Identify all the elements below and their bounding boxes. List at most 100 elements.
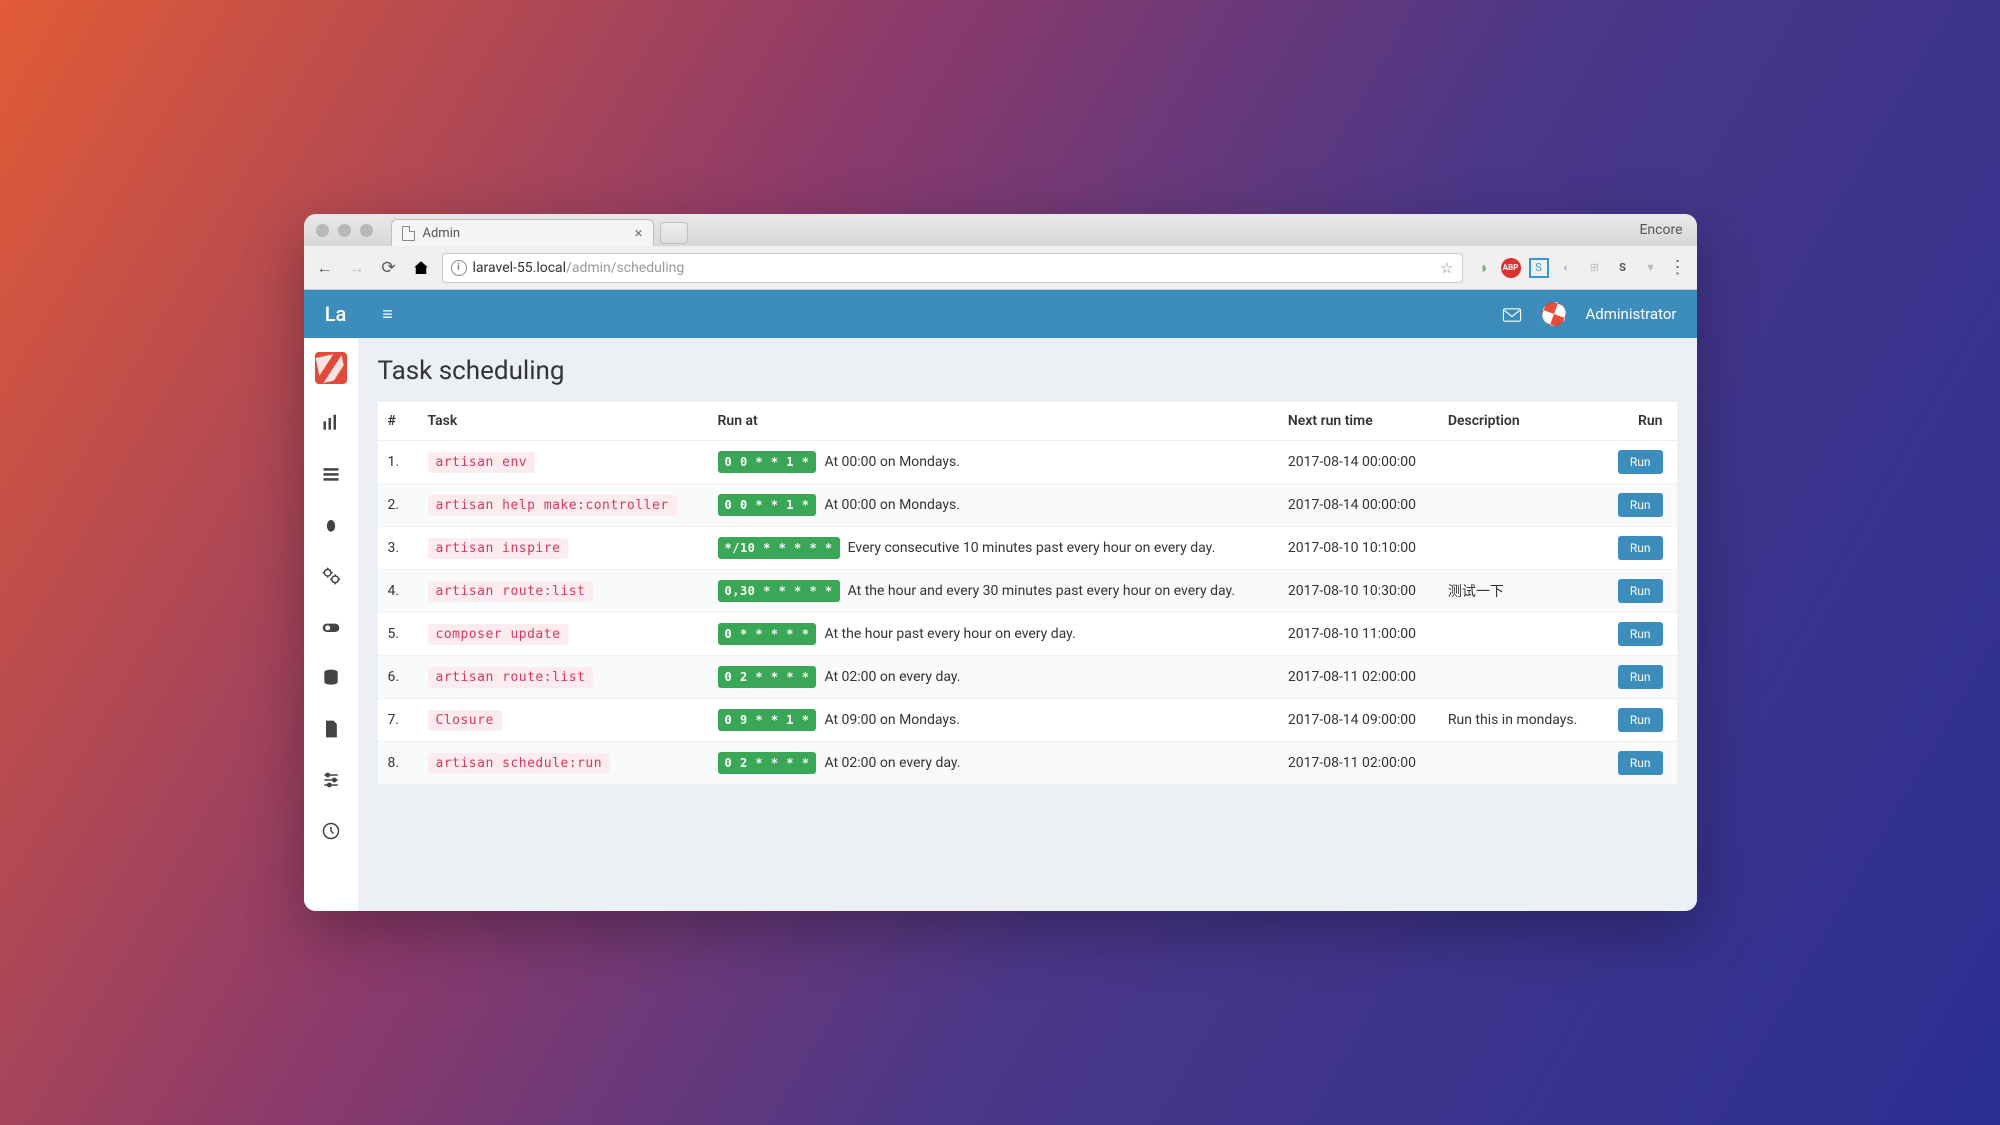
main-content: Task scheduling # Task Run at Next run t… bbox=[358, 338, 1697, 911]
cell-next: 2017-08-11 02:00:00 bbox=[1278, 656, 1438, 699]
back-button[interactable]: ← bbox=[314, 257, 336, 279]
col-desc: Description bbox=[1438, 402, 1608, 441]
cron-human: At 02:00 on every day. bbox=[824, 669, 960, 685]
extension-icon[interactable]: ▼ bbox=[1641, 258, 1661, 278]
table-row: 6.artisan route:list0 2 * * * *At 02:00 … bbox=[378, 656, 1677, 699]
close-window-button[interactable] bbox=[316, 224, 329, 237]
run-button[interactable]: Run bbox=[1618, 536, 1663, 560]
table-row: 4. artisan route:list 0,30 * * * * * At the… bbox=[378, 570, 1677, 613]
bookmark-star-icon[interactable]: ☆ bbox=[1440, 259, 1453, 277]
command-badge: artisan route:list bbox=[428, 581, 594, 602]
cron-badge: */10 * * * * * bbox=[718, 537, 840, 559]
cron-human: At 00:00 on Mondays. bbox=[824, 497, 959, 513]
cron-badge: 0,30 * * * * * bbox=[718, 580, 840, 602]
run-button[interactable]: Run bbox=[1618, 708, 1663, 732]
cell-task: artisan route:list bbox=[418, 570, 708, 613]
cell-run: Run bbox=[1608, 570, 1677, 613]
table-row: 7.Closure0 9 * * 1 *At 09:00 on Mondays.… bbox=[378, 699, 1677, 742]
command-badge: composer update bbox=[428, 624, 569, 645]
table-row: 3.artisan inspire*/10 * * * * *Every con… bbox=[378, 527, 1677, 570]
site-info-icon[interactable]: i bbox=[451, 260, 467, 276]
username-label[interactable]: Administrator bbox=[1586, 305, 1677, 323]
cell-runat: 0 9 * * 1 *At 09:00 on Mondays. bbox=[708, 699, 1278, 742]
sidebar-toggle-button[interactable]: ≡ bbox=[368, 304, 408, 325]
browser-titlebar: Admin × Encore bbox=[304, 214, 1697, 246]
cell-run: Run bbox=[1608, 656, 1677, 699]
app-body: Task scheduling # Task Run at Next run t… bbox=[304, 338, 1697, 911]
close-tab-button[interactable]: × bbox=[634, 224, 642, 242]
run-button[interactable]: Run bbox=[1618, 450, 1663, 474]
extension-icon[interactable]: ◑ bbox=[1473, 258, 1493, 278]
sliders-icon[interactable] bbox=[319, 768, 343, 792]
cell-runat: 0 * * * * *At the hour past every hour o… bbox=[708, 613, 1278, 656]
run-button[interactable]: Run bbox=[1618, 493, 1663, 517]
user-avatar[interactable] bbox=[1538, 299, 1569, 330]
reload-button[interactable]: ⟳ bbox=[378, 257, 400, 279]
cell-next: 2017-08-14 00:00:00 bbox=[1278, 441, 1438, 484]
minimize-window-button[interactable] bbox=[338, 224, 351, 237]
cron-badge: 0 2 * * * * bbox=[718, 666, 817, 688]
run-button[interactable]: Run bbox=[1618, 665, 1663, 689]
browser-tab[interactable]: Admin × bbox=[391, 219, 654, 246]
cron-badge: 0 2 * * * * bbox=[718, 752, 817, 774]
toggle-icon[interactable] bbox=[319, 615, 343, 639]
col-run: Run bbox=[1608, 402, 1677, 441]
col-next: Next run time bbox=[1278, 402, 1438, 441]
cron-badge: 0 9 * * 1 * bbox=[718, 709, 817, 731]
url-field[interactable]: i laravel-55.local/admin/scheduling ☆ bbox=[442, 253, 1463, 283]
settings-icon[interactable] bbox=[319, 564, 343, 588]
extension-icons: ◑ ABP S ◐ ⊞ S ▼ ⋮ bbox=[1473, 257, 1687, 278]
file-icon[interactable] bbox=[319, 717, 343, 741]
clock-icon[interactable] bbox=[319, 819, 343, 843]
col-task: Task bbox=[418, 402, 708, 441]
cell-desc bbox=[1438, 613, 1608, 656]
table-header-row: # Task Run at Next run time Description … bbox=[378, 402, 1677, 441]
cron-human: Every consecutive 10 minutes past every … bbox=[848, 540, 1216, 556]
cell-task: artisan route:list bbox=[418, 656, 708, 699]
home-button[interactable] bbox=[410, 257, 432, 279]
new-tab-button[interactable] bbox=[660, 222, 688, 244]
cell-desc bbox=[1438, 484, 1608, 527]
forward-button[interactable]: → bbox=[346, 257, 368, 279]
list-icon[interactable] bbox=[319, 462, 343, 486]
page-title: Task scheduling bbox=[378, 356, 1677, 386]
messages-icon[interactable] bbox=[1502, 307, 1522, 321]
extension-icon[interactable]: ◐ bbox=[1557, 258, 1577, 278]
table-row: 5.composer update0 * * * * *At the hour … bbox=[378, 613, 1677, 656]
app-logo[interactable]: La bbox=[304, 302, 368, 326]
maximize-window-button[interactable] bbox=[360, 224, 373, 237]
run-button[interactable]: Run bbox=[1618, 579, 1663, 603]
extension-icon[interactable]: ⊞ bbox=[1585, 258, 1605, 278]
command-badge: artisan help make:controller bbox=[428, 495, 677, 516]
header-right: Administrator bbox=[1502, 302, 1697, 326]
cell-next: 2017-08-14 00:00:00 bbox=[1278, 484, 1438, 527]
cell-runat: 0 0 * * 1 *At 00:00 on Mondays. bbox=[708, 484, 1278, 527]
cell-runat: 0,30 * * * * * At the hour and every 30 m… bbox=[708, 570, 1278, 613]
run-button[interactable]: Run bbox=[1618, 751, 1663, 775]
cron-human: At the hour and every 30 minutes past ev… bbox=[848, 583, 1235, 599]
bug-icon[interactable] bbox=[319, 513, 343, 537]
command-badge: artisan schedule:run bbox=[428, 753, 611, 774]
cell-next: 2017-08-11 02:00:00 bbox=[1278, 742, 1438, 785]
cell-next: 2017-08-10 11:00:00 bbox=[1278, 613, 1438, 656]
database-icon[interactable] bbox=[319, 666, 343, 690]
cell-index: 1. bbox=[378, 441, 418, 484]
browser-menu-button[interactable]: ⋮ bbox=[1669, 257, 1687, 278]
table-row: 2.artisan help make:controller0 0 * * 1 … bbox=[378, 484, 1677, 527]
cell-index: 4. bbox=[378, 570, 418, 613]
cell-next: 2017-08-14 09:00:00 bbox=[1278, 699, 1438, 742]
command-badge: artisan route:list bbox=[428, 667, 594, 688]
cron-badge: 0 0 * * 1 * bbox=[718, 451, 817, 473]
extension-s2-icon[interactable]: S bbox=[1613, 258, 1633, 278]
dashboard-icon[interactable] bbox=[319, 411, 343, 435]
cell-task: artisan help make:controller bbox=[418, 484, 708, 527]
command-badge: artisan inspire bbox=[428, 538, 569, 559]
document-icon bbox=[402, 226, 415, 241]
run-button[interactable]: Run bbox=[1618, 622, 1663, 646]
table-row: 1.artisan env0 0 * * 1 *At 00:00 on Mond… bbox=[378, 441, 1677, 484]
adblock-icon[interactable]: ABP bbox=[1501, 258, 1521, 278]
cron-human: At the hour past every hour on every day… bbox=[824, 626, 1075, 642]
extension-s-icon[interactable]: S bbox=[1529, 258, 1549, 278]
cell-next: 2017-08-10 10:10:00 bbox=[1278, 527, 1438, 570]
brand-icon[interactable] bbox=[315, 352, 347, 384]
